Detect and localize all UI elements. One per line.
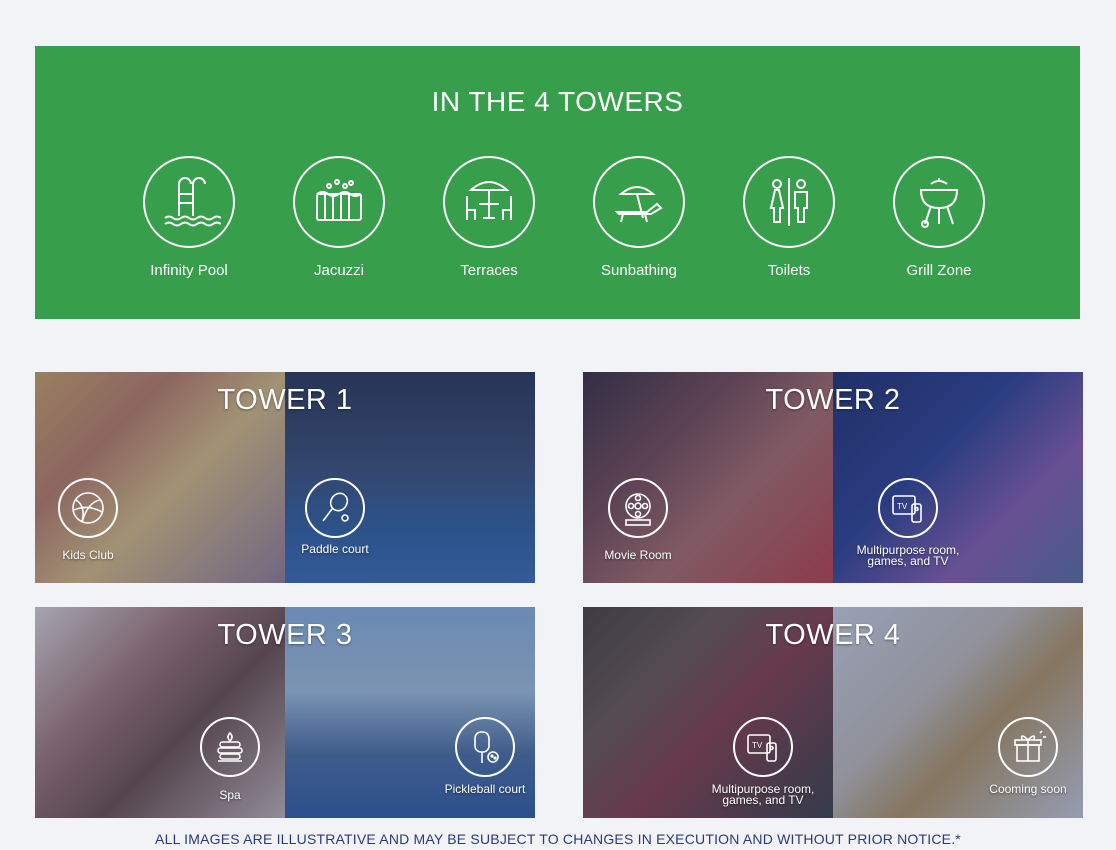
tower-amenity-label: Multipurpose room, games, and TV [711,782,815,807]
tower-amenity-label: Pickleball court [444,782,526,796]
amenity-label: Infinity Pool [150,262,228,279]
banner-title: IN THE 4 TOWERS [431,86,684,117]
amenity-toilets: Toilets [714,156,864,279]
paddle-racket-icon [305,478,365,538]
tower-amenity-label: Spa [219,788,241,802]
spa-stones-icon [200,717,260,777]
amenity-label: Toilets [767,262,811,279]
tower-3-card: TOWER 3 Spa Pickleball court [35,607,535,818]
tower-title: TOWER 1 [217,384,353,416]
amenity-sunbathing: Sunbathing [564,156,714,279]
svg-text:TV: TV [897,502,908,511]
tower-1-card: TOWER 1 Kids Club Paddle court [35,372,535,583]
tower-title: TOWER 3 [217,619,353,651]
tower-amenity-label: Paddle court [301,542,369,556]
toilets-icon [743,156,835,248]
amenities-banner: IN THE 4 TOWERS Infinity Pool Jacuzzi Te… [35,46,1080,319]
amenity-label: Terraces [460,262,518,279]
tower-title: TOWER 2 [765,384,901,416]
amenity-infinity-pool: Infinity Pool [114,156,264,279]
gift-icon [998,717,1058,777]
grill-icon [893,156,985,248]
film-reel-icon [608,478,668,538]
tower-amenity-label: Cooming soon [989,782,1067,796]
tv-remote-icon: TV [733,717,793,777]
tower-title: TOWER 4 [765,619,901,651]
amenity-grill-zone: Grill Zone [864,156,1014,279]
amenity-jacuzzi: Jacuzzi [264,156,414,279]
amenity-label: Grill Zone [906,262,972,279]
svg-text:TV: TV [752,741,763,750]
amenity-terraces: Terraces [414,156,564,279]
amenity-label: Jacuzzi [313,262,365,279]
amenity-label: Sunbathing [601,262,677,279]
disclaimer-note: ALL IMAGES ARE ILLUSTRATIVE AND MAY BE S… [155,831,961,847]
terrace-table-icon [443,156,535,248]
beach-ball-icon [58,478,118,538]
pool-ladder-icon [143,156,235,248]
tv-remote-icon: TV [878,478,938,538]
tower-amenity-label: Multipurpose room, games, and TV [856,543,960,568]
tower-4-card: TOWER 4 TV Multipurpose room, games, and… [583,607,1083,818]
tower-amenity-label: Movie Room [604,548,672,562]
sunbed-umbrella-icon [593,156,685,248]
tower-amenity-label: Kids Club [62,548,114,562]
jacuzzi-icon [293,156,385,248]
tower-2-card: TOWER 2 Movie Room TV Multipurpose room,… [583,372,1083,583]
pickleball-paddle-icon [455,717,515,777]
